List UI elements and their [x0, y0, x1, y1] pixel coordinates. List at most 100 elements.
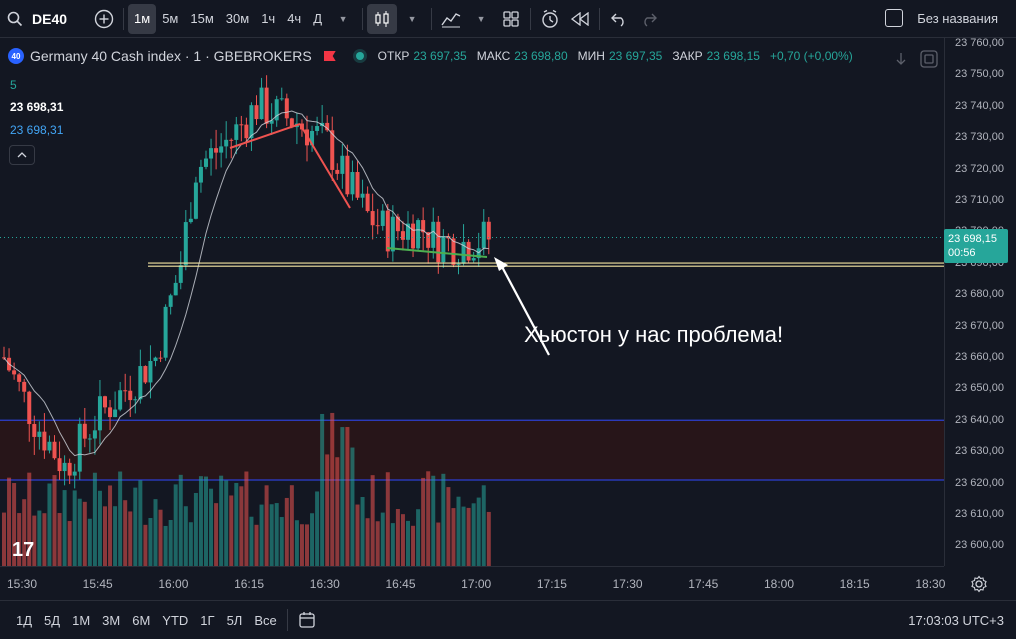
- volume-bar: [259, 504, 264, 566]
- volume-bar: [254, 524, 259, 566]
- flag-icon[interactable]: [323, 51, 336, 61]
- volume-bar: [113, 506, 118, 566]
- volume-bar: [92, 472, 97, 566]
- tradingview-logo: 17: [12, 539, 34, 561]
- divider: [431, 7, 433, 30]
- alert-icon[interactable]: [535, 4, 565, 34]
- candle-body: [173, 282, 178, 296]
- candle-body: [87, 438, 92, 440]
- candle-body: [345, 155, 350, 195]
- add-symbol-icon[interactable]: [89, 4, 119, 34]
- price-label: 23 630,00: [955, 445, 1004, 458]
- interval-1m[interactable]: 1м: [128, 3, 157, 34]
- volume-bar: [128, 511, 133, 566]
- volume-bar: [42, 513, 47, 566]
- candle-body: [138, 366, 143, 400]
- time-label: 17:30: [612, 577, 643, 591]
- volume-bar: [153, 499, 158, 566]
- volume-bar: [249, 516, 254, 566]
- interval-5m[interactable]: 5м: [156, 4, 184, 34]
- interval-chevron-down-icon[interactable]: ▼: [328, 4, 358, 34]
- time-label: 15:30: [6, 577, 38, 591]
- price-label: 23 730,00: [955, 131, 1004, 144]
- search-icon[interactable]: [4, 8, 26, 30]
- layout-name[interactable]: Без названия: [917, 11, 998, 26]
- indicators-icon[interactable]: [436, 4, 466, 34]
- gear-icon[interactable]: [970, 575, 988, 593]
- volume-bar: [123, 500, 128, 566]
- range-ytd[interactable]: YTD: [156, 613, 194, 628]
- volume-bar: [7, 477, 12, 566]
- candle-body: [17, 374, 22, 382]
- replay-icon[interactable]: [565, 4, 595, 34]
- calendar-icon[interactable]: [292, 605, 322, 635]
- volume-bar: [431, 475, 436, 566]
- time-scale[interactable]: 15:30 15:45 16:00 16:15 16:30 16:45 17:00 17:15…: [0, 566, 945, 600]
- candle-body: [219, 146, 224, 153]
- candle-body: [183, 222, 188, 266]
- candle-body: [133, 399, 138, 401]
- price-chart[interactable]: 17: [0, 38, 944, 566]
- range-1y[interactable]: 1Г: [194, 613, 220, 628]
- volume-bar: [345, 427, 350, 566]
- collapse-legend-button[interactable]: [9, 145, 35, 165]
- low-value: 23 697,35: [608, 49, 663, 63]
- volume-bar: [198, 476, 203, 566]
- layout-grid-icon[interactable]: [496, 4, 526, 34]
- price-scale[interactable]: 23 760,00 23 750,00 23 740,00 23 730,00 23 7…: [944, 37, 1016, 566]
- chart-type-chevron-down-icon[interactable]: ▼: [397, 4, 427, 34]
- candle-body: [355, 172, 360, 198]
- volume-bar: [340, 427, 345, 566]
- range-1m[interactable]: 1М: [66, 613, 96, 628]
- range-3m[interactable]: 3М: [96, 613, 126, 628]
- interval-1d[interactable]: Д: [307, 4, 328, 34]
- maximize-icon[interactable]: [914, 44, 944, 74]
- candle-body: [72, 471, 77, 476]
- interval-30m[interactable]: 30м: [220, 4, 255, 34]
- candle-body: [284, 98, 289, 119]
- clock[interactable]: 17:03:03 UTC+3: [908, 613, 1004, 628]
- layout-checkbox[interactable]: [885, 9, 904, 27]
- annotation-text[interactable]: Хьюстон у нас проблема!: [524, 322, 783, 348]
- candle-body: [279, 98, 284, 100]
- top-toolbar: DE40 1м 5м 15м 30м 1ч 4ч Д ▼ ▼ ▼ Без наз…: [0, 0, 1016, 38]
- interval-15m[interactable]: 15м: [184, 4, 219, 34]
- bottom-toolbar: 1Д 5Д 1М 3М 6М YTD 1Г 5Л Все 17:03:03 UT…: [0, 600, 1016, 639]
- indicator-value-2: 23 698,31: [10, 123, 64, 137]
- arrow-down-icon[interactable]: [886, 44, 916, 74]
- volume-bar: [370, 475, 375, 566]
- candle-body: [158, 357, 163, 359]
- divider: [123, 7, 125, 30]
- candle-body: [416, 220, 421, 249]
- interval-4h[interactable]: 4ч: [281, 4, 307, 34]
- volume-bar: [350, 447, 355, 566]
- range-6m[interactable]: 6М: [126, 613, 156, 628]
- last-price-tag: 23 698,15 00:56: [944, 229, 1008, 263]
- volume-bar: [77, 498, 82, 566]
- price-label: 23 600,00: [955, 539, 1004, 552]
- legend-title[interactable]: Germany 40 Cash index · 1 · GBEBROKERS: [30, 48, 312, 64]
- volume-bar: [143, 524, 148, 566]
- price-label: 23 740,00: [955, 99, 1004, 112]
- range-5d[interactable]: 5Д: [38, 613, 66, 628]
- volume-bar: [315, 491, 320, 566]
- candle-body: [103, 396, 107, 408]
- range-1d[interactable]: 1Д: [10, 613, 38, 628]
- price-label: 23 650,00: [955, 382, 1004, 395]
- volume-bar: [62, 490, 67, 566]
- interval-1h[interactable]: 1ч: [255, 4, 281, 34]
- symbol-name[interactable]: DE40: [26, 11, 67, 27]
- range-5y[interactable]: 5Л: [221, 613, 249, 628]
- volume-bar: [204, 476, 208, 566]
- candle-body: [486, 221, 491, 240]
- candle-body: [411, 223, 416, 249]
- indicator-length[interactable]: 5: [10, 78, 17, 92]
- candles-icon[interactable]: [367, 3, 398, 34]
- range-all[interactable]: Все: [248, 613, 282, 628]
- redo-icon[interactable]: [634, 4, 664, 34]
- indicators-chevron-down-icon[interactable]: ▼: [466, 4, 496, 34]
- price-label: 23 750,00: [955, 68, 1004, 81]
- price-label: 23 760,00: [955, 37, 1004, 49]
- undo-icon[interactable]: [604, 4, 634, 34]
- time-label: 16:00: [158, 577, 189, 591]
